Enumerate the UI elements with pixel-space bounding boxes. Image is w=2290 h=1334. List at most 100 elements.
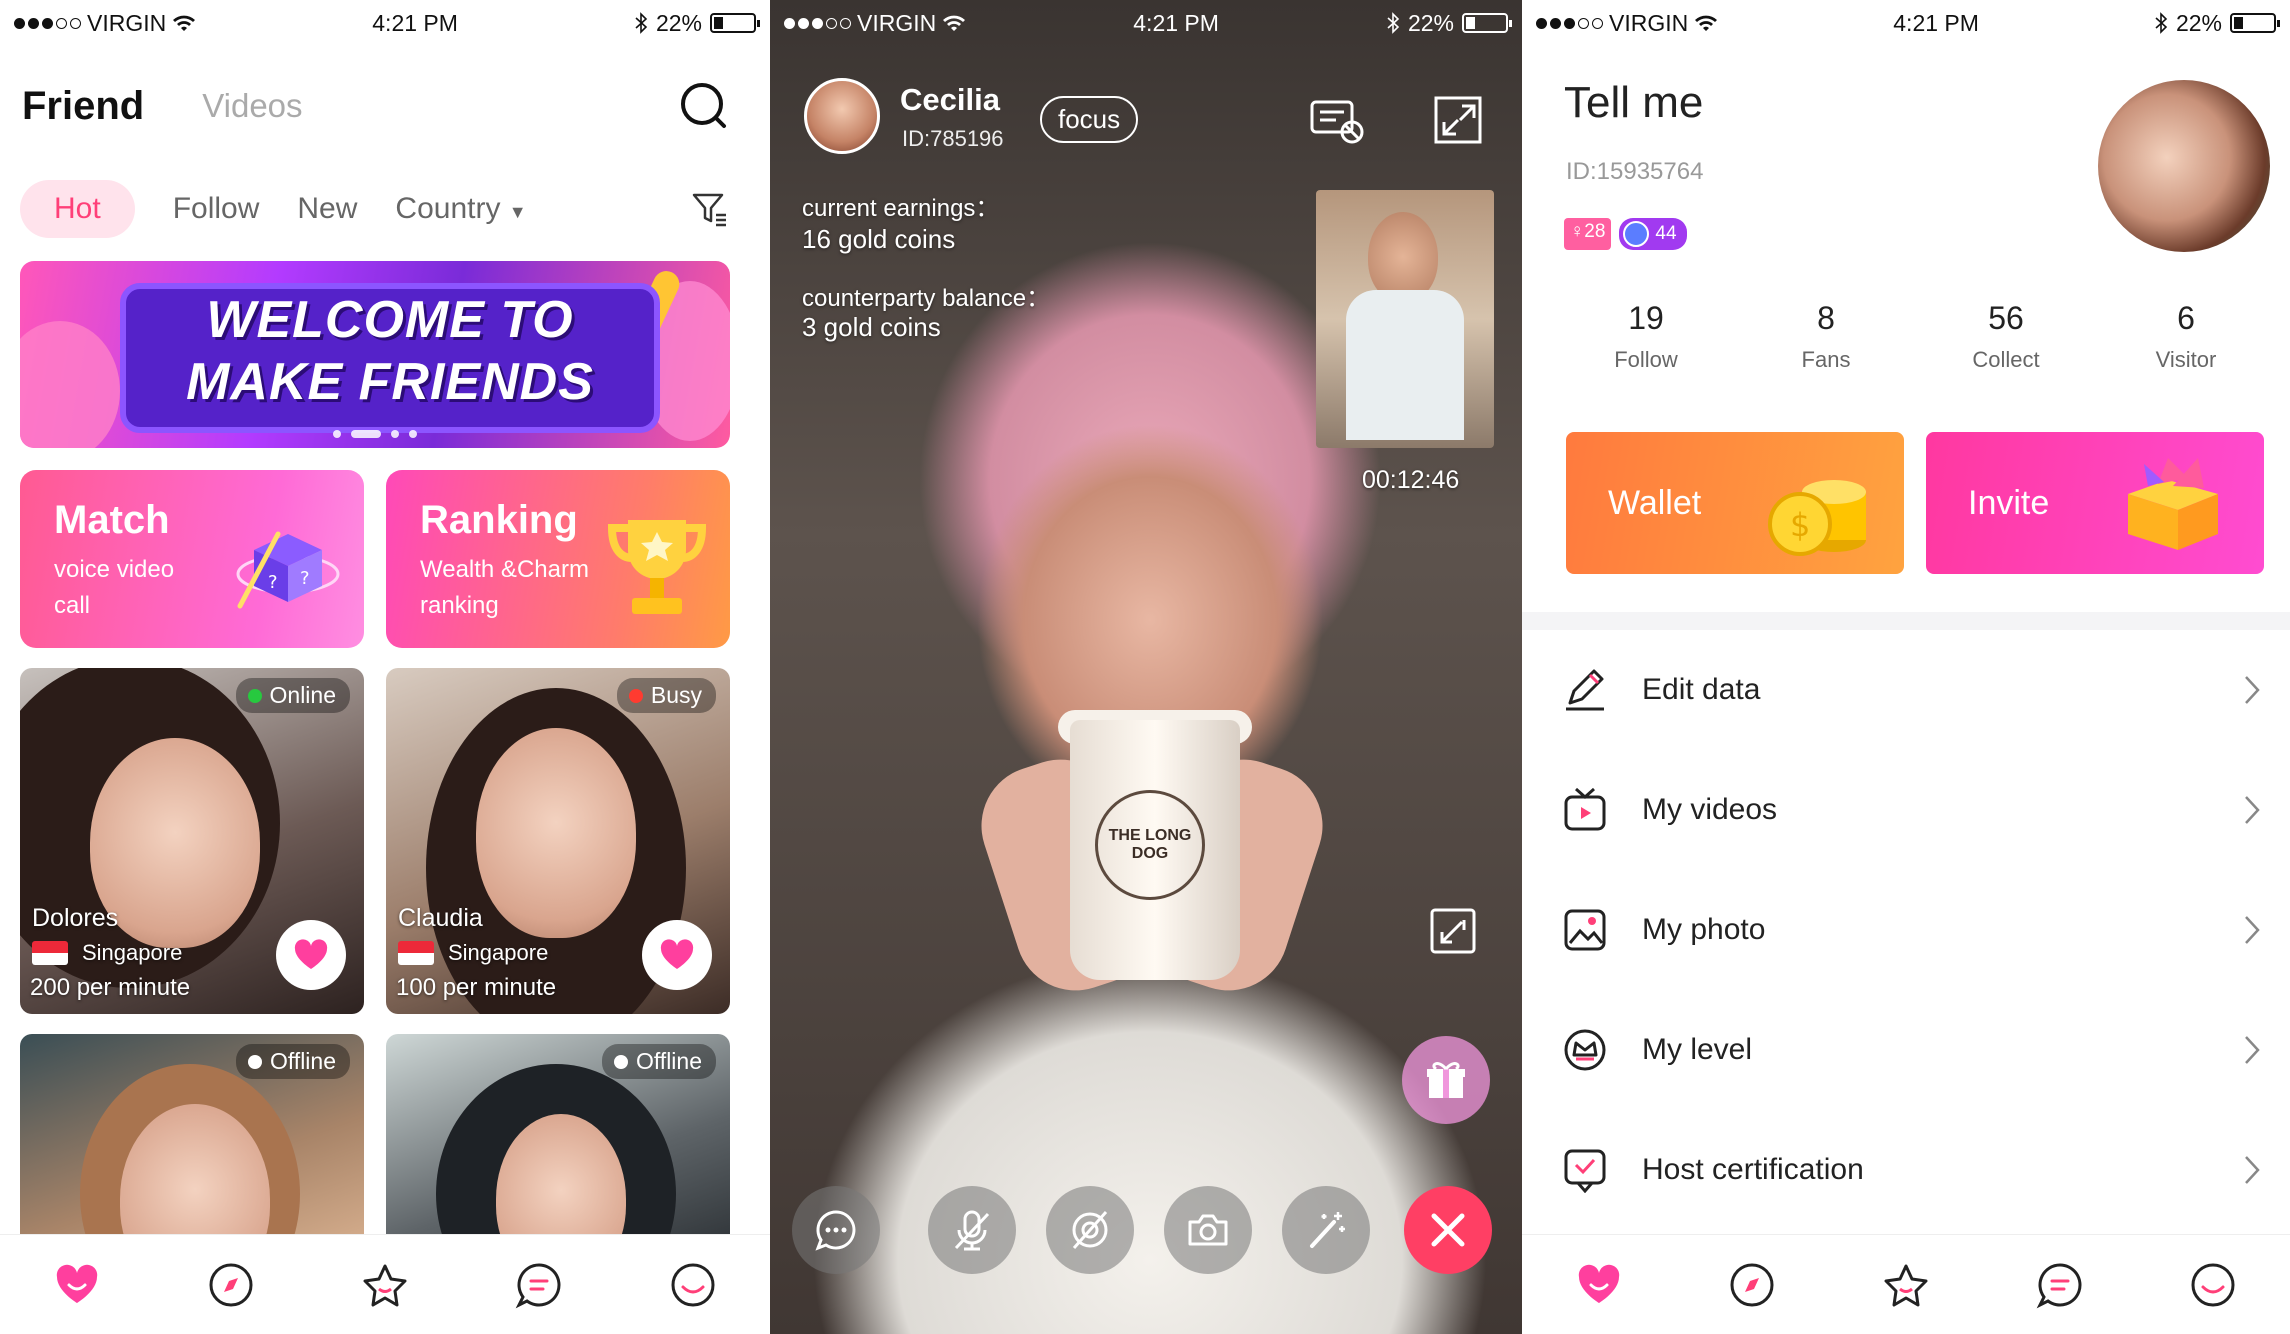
friend-screen: VIRGIN 4:21 PM 22% Friend Videos Hot Fol… <box>0 0 770 1334</box>
tab-bar <box>1522 1234 2290 1334</box>
ranking-desc: Wealth &Charm ranking <box>420 556 589 619</box>
ranking-card[interactable]: Ranking Wealth &Charm ranking <box>386 470 730 648</box>
stat-visitor[interactable]: 6 Visitor <box>2102 300 2270 373</box>
minimize-icon[interactable] <box>1430 92 1488 150</box>
chevron-right-icon <box>2245 1156 2260 1184</box>
star-tab-icon[interactable] <box>361 1261 409 1309</box>
like-button[interactable] <box>276 920 346 990</box>
filter-hot[interactable]: Hot <box>20 180 135 238</box>
profile-badges: ♀28 44 <box>1564 218 1687 250</box>
user-country: Singapore <box>398 940 548 966</box>
wallet-button[interactable]: Wallet $ <box>1566 432 1904 574</box>
caller-avatar[interactable] <box>804 78 880 154</box>
profile-tab-icon[interactable] <box>669 1261 717 1309</box>
menu-label: Host certification <box>1642 1153 1864 1186</box>
hang-up-button[interactable] <box>1404 1186 1492 1274</box>
user-card[interactable]: Busy Claudia Singapore 100 per minute <box>386 668 730 1014</box>
message-tab-icon[interactable] <box>515 1261 563 1309</box>
caller-name: Cecilia <box>900 82 1000 117</box>
star-tab-icon[interactable] <box>1882 1261 1930 1309</box>
camera-off-button[interactable] <box>1046 1186 1134 1274</box>
signal-icon <box>1536 17 1603 29</box>
battery-icon <box>1462 13 1512 33</box>
user-card[interactable]: Offline <box>20 1034 364 1254</box>
battery-percent: 22% <box>1407 9 1454 36</box>
stat-label: Visitor <box>2155 347 2217 372</box>
menu-item-my-videos[interactable]: My videos <box>1522 750 2290 870</box>
search-icon[interactable] <box>678 80 730 132</box>
status-badge: Online <box>235 678 350 713</box>
filter-country[interactable]: Country ▼ <box>395 192 526 226</box>
level-badge: 44 <box>1619 218 1687 250</box>
message-tab-icon[interactable] <box>2036 1261 2084 1309</box>
tab-videos[interactable]: Videos <box>202 87 302 125</box>
status-text: Online <box>269 682 336 708</box>
mystery-box-icon: ? ? <box>236 531 340 609</box>
chat-button[interactable] <box>792 1186 880 1274</box>
menu-item-my-photo[interactable]: My photo <box>1522 870 2290 990</box>
heart-tab-icon[interactable] <box>53 1261 101 1309</box>
heart-tab-icon[interactable] <box>1575 1261 1623 1309</box>
menu-label: My level <box>1642 1033 1753 1066</box>
stat-fans[interactable]: 8 Fans <box>1742 300 1910 373</box>
wifi-icon <box>173 15 196 31</box>
photo-body <box>1346 290 1464 440</box>
menu-item-host-certification[interactable]: Host certification <box>1522 1110 2290 1230</box>
invite-button[interactable]: Invite <box>1926 432 2264 574</box>
flip-camera-button[interactable] <box>1164 1186 1252 1274</box>
compass-tab-icon[interactable] <box>207 1261 255 1309</box>
switch-view-icon[interactable] <box>1428 906 1478 956</box>
stat-value: 19 <box>1628 300 1664 336</box>
gift-button[interactable] <box>1402 1036 1490 1124</box>
tab-bar <box>0 1234 770 1334</box>
block-text-icon[interactable] <box>1308 92 1366 150</box>
banner-decoration <box>20 321 120 448</box>
banner-text: WELCOME TO MAKE FRIENDS <box>120 289 660 413</box>
filter-icon[interactable] <box>690 189 730 229</box>
user-card[interactable]: Offline <box>386 1034 730 1254</box>
menu-item-my-level[interactable]: My level <box>1522 990 2290 1110</box>
focus-button[interactable]: focus <box>1040 96 1139 143</box>
beauty-filter-button[interactable] <box>1282 1186 1370 1274</box>
user-card[interactable]: Online Dolores Singapore 200 per minute <box>20 668 364 1014</box>
heart-icon <box>294 939 328 969</box>
edit-icon <box>1566 669 1604 711</box>
stat-follow[interactable]: 19 Follow <box>1562 300 1730 373</box>
status-dot <box>613 1054 628 1069</box>
like-button[interactable] <box>642 920 712 990</box>
profile-screen: VIRGIN 4:21 PM 22% Tell me ID:15935764 ♀… <box>1522 0 2290 1334</box>
gift-box-icon <box>2128 458 2218 550</box>
stat-collect[interactable]: 56 Collect <box>1922 300 2090 373</box>
stat-value: 56 <box>1988 300 2024 336</box>
country-name: Singapore <box>448 940 549 965</box>
signal-icon <box>784 17 851 29</box>
level-star-icon <box>1623 221 1650 247</box>
video-call-screen: THE LONG DOG VIRGIN 4:21 PM 22% Cecilia … <box>770 0 1522 1334</box>
cup-logo: THE LONG DOG <box>1095 790 1205 900</box>
compass-tab-icon[interactable] <box>1728 1261 1776 1309</box>
bluetooth-icon <box>2155 12 2168 34</box>
chat-bubble-icon <box>815 1210 856 1251</box>
status-badge: Busy <box>616 678 716 713</box>
clock: 4:21 PM <box>1893 9 1979 36</box>
filter-new[interactable]: New <box>297 192 357 226</box>
wifi-icon <box>1695 15 1718 31</box>
section-divider <box>1522 612 2290 630</box>
welcome-banner[interactable]: WELCOME TO MAKE FRIENDS <box>20 261 730 448</box>
banner-line-1: WELCOME TO <box>206 291 574 349</box>
user-name: Dolores <box>32 904 119 932</box>
self-video-preview[interactable] <box>1316 190 1494 448</box>
match-card[interactable]: Match voice video call ? ? <box>20 470 364 648</box>
profile-tab-icon[interactable] <box>2189 1261 2237 1309</box>
profile-avatar[interactable] <box>2098 80 2270 252</box>
filter-follow[interactable]: Follow <box>173 192 260 226</box>
user-name: Claudia <box>398 904 483 932</box>
menu-item-edit-data[interactable]: Edit data <box>1522 630 2290 750</box>
status-bar: VIRGIN 4:21 PM 22% <box>770 0 1522 46</box>
status-bar: VIRGIN 4:21 PM 22% <box>1522 0 2290 46</box>
mute-button[interactable] <box>928 1186 1016 1274</box>
tab-friend[interactable]: Friend <box>22 84 144 129</box>
match-title: Match <box>54 498 170 542</box>
earnings-value: 16 gold coins <box>802 224 956 254</box>
invite-label: Invite <box>1968 483 2050 522</box>
